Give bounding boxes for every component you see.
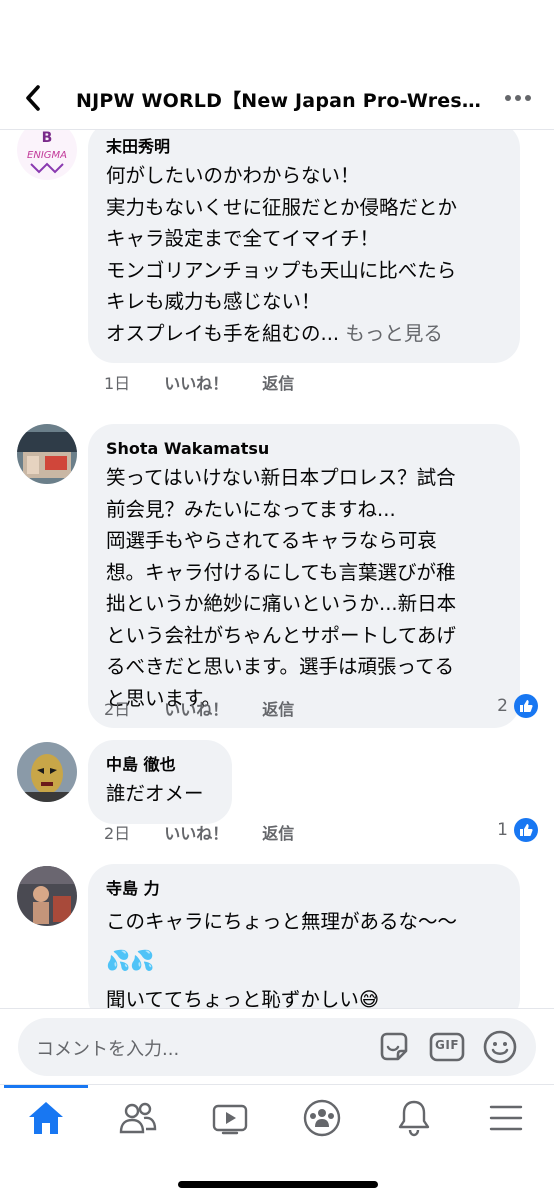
avatar[interactable]: [17, 424, 77, 484]
reaction-summary[interactable]: 1: [497, 818, 538, 842]
tab-menu[interactable]: [476, 1095, 536, 1141]
like-button[interactable]: いいね！: [164, 370, 228, 394]
gif-label: GIF: [435, 1038, 460, 1052]
comment-timestamp: 1日: [104, 374, 131, 393]
see-more-link[interactable]: もっと見る: [345, 322, 443, 345]
avatar[interactable]: [17, 866, 77, 926]
sticker-icon: [380, 1032, 408, 1061]
comment-body: 何がしたいのかわからない！ 実力もないくせに征服だとか侵略だとか キャラ設定まで…: [106, 164, 458, 345]
reaction-count: 2: [497, 696, 508, 716]
back-button[interactable]: [18, 82, 48, 114]
tab-notifications[interactable]: [384, 1095, 444, 1141]
tab-groups[interactable]: [292, 1095, 352, 1141]
thumbs-up-icon: [514, 818, 538, 842]
comment-composer: コメントを入力... GIF: [0, 1008, 554, 1084]
reply-button[interactable]: 返信: [262, 696, 294, 720]
avatar-image: B ENIGMA: [17, 130, 77, 180]
comment-timestamp: 2日: [104, 700, 131, 719]
emoji-icon: [483, 1030, 517, 1064]
reply-button[interactable]: 返信: [262, 370, 294, 394]
comment-timestamp: 2日: [104, 824, 131, 843]
comment-body: 誰だオメー: [106, 782, 204, 805]
more-options-button[interactable]: [500, 84, 536, 112]
comment-author[interactable]: Shota Wakamatsu: [106, 438, 502, 460]
top-bar: NJPW WORLD【New Japan Pro-Wrestling】: [0, 0, 554, 130]
gif-button[interactable]: GIF: [429, 1029, 465, 1065]
thumbs-up-icon: [514, 694, 538, 718]
comment-author[interactable]: 中島 徹也: [106, 754, 214, 776]
avatar-image: [17, 866, 77, 926]
bottom-tab-bar: [0, 1084, 554, 1200]
avatar[interactable]: B ENIGMA: [17, 130, 77, 180]
svg-text:B: B: [42, 130, 53, 146]
comment-bubble[interactable]: 中島 徹也 誰だオメー: [88, 740, 232, 824]
avatar-image: [17, 742, 77, 802]
comment-body: 笑ってはいけない新日本プロレス？試合 前会見？みたいになってますね... 岡選手…: [106, 466, 457, 710]
chevron-left-icon: [26, 85, 40, 111]
comment-bubble[interactable]: Shota Wakamatsu 笑ってはいけない新日本プロレス？試合 前会見？み…: [88, 424, 520, 728]
active-tab-indicator: [4, 1085, 88, 1088]
comment-actions: 1日 いいね！ 返信: [104, 370, 328, 394]
menu-icon: [489, 1105, 523, 1131]
sticker-button[interactable]: [376, 1029, 412, 1065]
comment-author[interactable]: 寺島 力: [106, 878, 502, 900]
friends-icon: [119, 1102, 157, 1134]
comment-author[interactable]: 末田秀明: [106, 136, 502, 158]
comment-text: 何がしたいのかわからない！ 実力もないくせに征服だとか侵略だとか キャラ設定まで…: [106, 160, 502, 349]
emoji-button[interactable]: [482, 1029, 518, 1065]
comment-input[interactable]: コメントを入力... GIF: [18, 1018, 536, 1076]
avatar-image: [17, 424, 77, 484]
comment-bubble[interactable]: 寺島 力 このキャラにちょっと無理があるな〜〜 💦💦 聞いててちょっと恥ずかしい…: [88, 864, 520, 1010]
home-indicator: [178, 1181, 378, 1188]
tab-watch[interactable]: [200, 1095, 260, 1141]
home-icon: [29, 1102, 63, 1134]
comment-body: このキャラにちょっと無理があるな〜〜 💦💦 聞いててちょっと恥ずかしい😅: [106, 910, 458, 1010]
notifications-icon: [398, 1100, 430, 1137]
reaction-summary[interactable]: 2: [497, 694, 538, 718]
avatar[interactable]: [17, 742, 77, 802]
tab-home[interactable]: [16, 1095, 76, 1141]
groups-icon: [303, 1099, 341, 1137]
like-button[interactable]: いいね！: [164, 820, 228, 844]
page-title: NJPW WORLD【New Japan Pro-Wrestling】: [76, 90, 486, 112]
svg-text:ENIGMA: ENIGMA: [27, 150, 67, 161]
tab-friends[interactable]: [108, 1095, 168, 1141]
comment-actions: 2日 いいね！ 返信: [104, 696, 328, 720]
reaction-count: 1: [497, 820, 508, 840]
comment-input-placeholder: コメントを入力...: [36, 1039, 180, 1060]
comment-actions: 2日 いいね！ 返信: [104, 820, 328, 844]
watch-icon: [212, 1104, 248, 1135]
ellipsis-icon: [505, 95, 531, 101]
comment-bubble[interactable]: 末田秀明 何がしたいのかわからない！ 実力もないくせに征服だとか侵略だとか キャ…: [88, 130, 520, 363]
reply-button[interactable]: 返信: [262, 820, 294, 844]
like-button[interactable]: いいね！: [164, 696, 228, 720]
comment-list[interactable]: B ENIGMA 末田秀明 何がしたいのかわからない！ 実力もないくせに征服だと…: [0, 130, 554, 1010]
